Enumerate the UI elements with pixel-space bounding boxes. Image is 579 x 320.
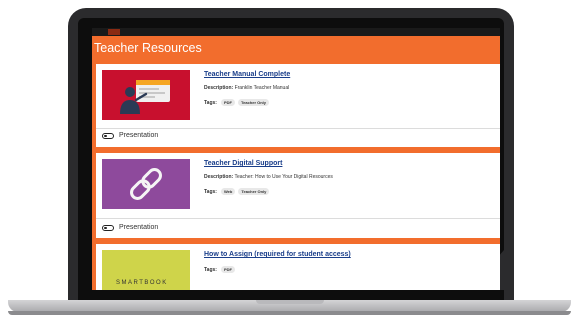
- presentation-label: Presentation: [119, 224, 159, 231]
- presentation-label: Presentation: [119, 132, 159, 139]
- card-divider: [96, 128, 500, 129]
- resource-tags: Tags: PDF: [204, 266, 238, 273]
- presentation-toggle[interactable]: [102, 132, 114, 139]
- smartbook-logo: SMARTBOOK: [116, 280, 168, 286]
- resource-card: Teacher Manual Complete Description: Fra…: [96, 64, 500, 147]
- page-header: Teacher Resources: [92, 36, 500, 62]
- resource-thumbnail[interactable]: SMARTBOOK: [102, 250, 190, 290]
- resource-description: Description: Franklin Teacher Manual: [204, 85, 290, 91]
- app-logo: [108, 29, 120, 35]
- tag-badge: PDF: [220, 99, 235, 106]
- browser-topbar: [92, 28, 500, 36]
- resource-title-link[interactable]: Teacher Digital Support: [204, 160, 282, 167]
- tag-badge: Web: [220, 188, 236, 195]
- resource-description: Description: Teacher: How to Use Your Di…: [204, 174, 333, 180]
- resource-title-link[interactable]: Teacher Manual Complete: [204, 71, 290, 78]
- presenter-icon: [120, 80, 170, 114]
- card-divider: [96, 218, 500, 219]
- resource-tags: Tags: PDF Teacher Only: [204, 99, 272, 106]
- resource-thumbnail[interactable]: [102, 70, 190, 120]
- screen: Teacher Resources Teacher Manual Complet…: [92, 28, 500, 290]
- link-icon: [130, 168, 162, 200]
- laptop-base-lip: [8, 311, 571, 315]
- page-title: Teacher Resources: [94, 41, 202, 55]
- tag-badge: Teacher Only: [237, 99, 270, 106]
- resource-title-link[interactable]: How to Assign (required for student acce…: [204, 251, 351, 258]
- resource-card: Teacher Digital Support Description: Tea…: [96, 153, 500, 238]
- presentation-toggle[interactable]: [102, 224, 114, 231]
- resource-thumbnail[interactable]: [102, 159, 190, 209]
- presentation-toggle-row: Presentation: [102, 224, 158, 231]
- resource-tags: Tags: Web Teacher Only: [204, 188, 272, 195]
- tag-badge: PDF: [220, 266, 235, 273]
- resource-card: SMARTBOOK How to Assign (required for st…: [96, 244, 500, 290]
- presentation-toggle-row: Presentation: [102, 132, 158, 139]
- laptop-notch: [256, 300, 324, 304]
- tag-badge: Teacher Only: [238, 188, 270, 195]
